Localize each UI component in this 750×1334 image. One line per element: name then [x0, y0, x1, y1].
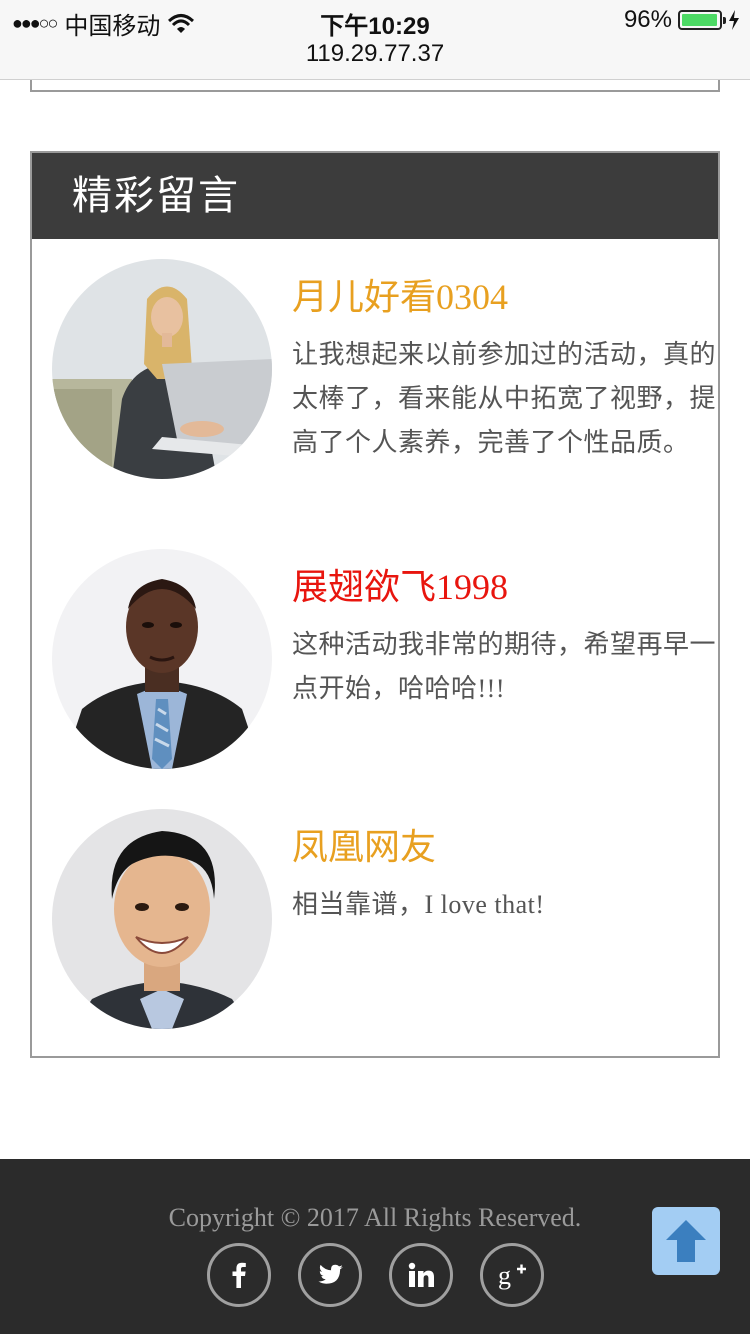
comments-section: 精彩留言 月儿好看0304 让我想起来以前参加过的活动，真的太棒了，看来能从中拓…	[30, 151, 720, 1058]
charging-bolt-icon	[729, 10, 739, 30]
comment-text: 相当靠谱，I love that!	[292, 890, 545, 919]
svg-text:g: g	[498, 1261, 511, 1290]
comment-body: 凤凰网友 相当靠谱，I love that!	[292, 823, 722, 927]
footer: Copyright © 2017 All Rights Reserved. g	[0, 1159, 750, 1334]
commenter-name: 展翅欲飞1998	[292, 567, 509, 607]
smiling-man-photo	[52, 809, 272, 1029]
facebook-icon	[232, 1262, 246, 1288]
comment-body: 月儿好看0304 让我想起来以前参加过的活动，真的太棒了，看来能从中拓宽了视野，…	[292, 273, 722, 465]
linkedin-icon	[408, 1262, 434, 1287]
woman-with-laptop-photo	[52, 259, 272, 479]
battery-group: 96%	[624, 6, 740, 34]
commenter-name: 凤凰网友	[292, 827, 437, 867]
copyright-text: Copyright © 2017 All Rights Reserved.	[168, 1203, 582, 1232]
previous-section-edge	[30, 80, 720, 92]
man-in-suit-photo	[52, 549, 272, 769]
facebook-link[interactable]	[207, 1243, 271, 1307]
comment-text: 让我想起来以前参加过的活动，真的太棒了，看来能从中拓宽了视野，提高了个人素养，完…	[292, 340, 717, 457]
arrow-up-icon	[666, 1220, 706, 1262]
battery-tip	[723, 17, 726, 24]
linkedin-link[interactable]	[389, 1243, 453, 1307]
back-to-top-button[interactable]	[652, 1207, 720, 1275]
avatar	[52, 549, 272, 769]
twitter-link[interactable]	[298, 1243, 362, 1307]
battery-level	[682, 14, 717, 26]
twitter-icon	[318, 1264, 343, 1284]
commenter-name: 月儿好看0304	[292, 277, 509, 317]
comment-text: 这种活动我非常的期待，希望再早一点开始，哈哈哈!!!	[292, 630, 717, 703]
avatar	[52, 809, 272, 1029]
battery-icon	[678, 10, 726, 30]
page-url[interactable]: 119.29.77.37	[0, 40, 750, 68]
section-title: 精彩留言	[32, 153, 718, 239]
avatar	[52, 259, 272, 479]
google-plus-icon: g	[498, 1261, 526, 1290]
battery-percent: 96%	[623, 6, 672, 33]
google-plus-link[interactable]: g	[480, 1243, 544, 1307]
comment-body: 展翅欲飞1998 这种活动我非常的期待，希望再早一点开始，哈哈哈!!!	[292, 563, 722, 711]
status-bar: ●●●○○ 中国移动 下午10:29 119.29.77.37 96%	[0, 0, 750, 80]
